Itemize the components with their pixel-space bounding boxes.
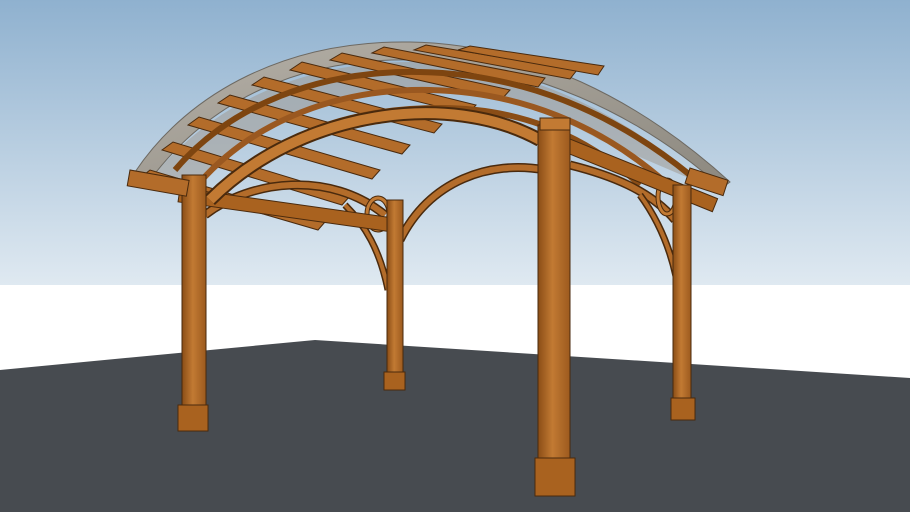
pergola-illustration (0, 0, 910, 512)
post-back-left (177, 174, 209, 432)
post-front-right (534, 117, 576, 497)
ground-plane (0, 340, 910, 512)
horizon-band (0, 285, 910, 345)
sky (0, 0, 910, 285)
pergola-scene (0, 0, 910, 512)
post-back-right (670, 184, 696, 421)
post-back-middle (383, 199, 406, 391)
